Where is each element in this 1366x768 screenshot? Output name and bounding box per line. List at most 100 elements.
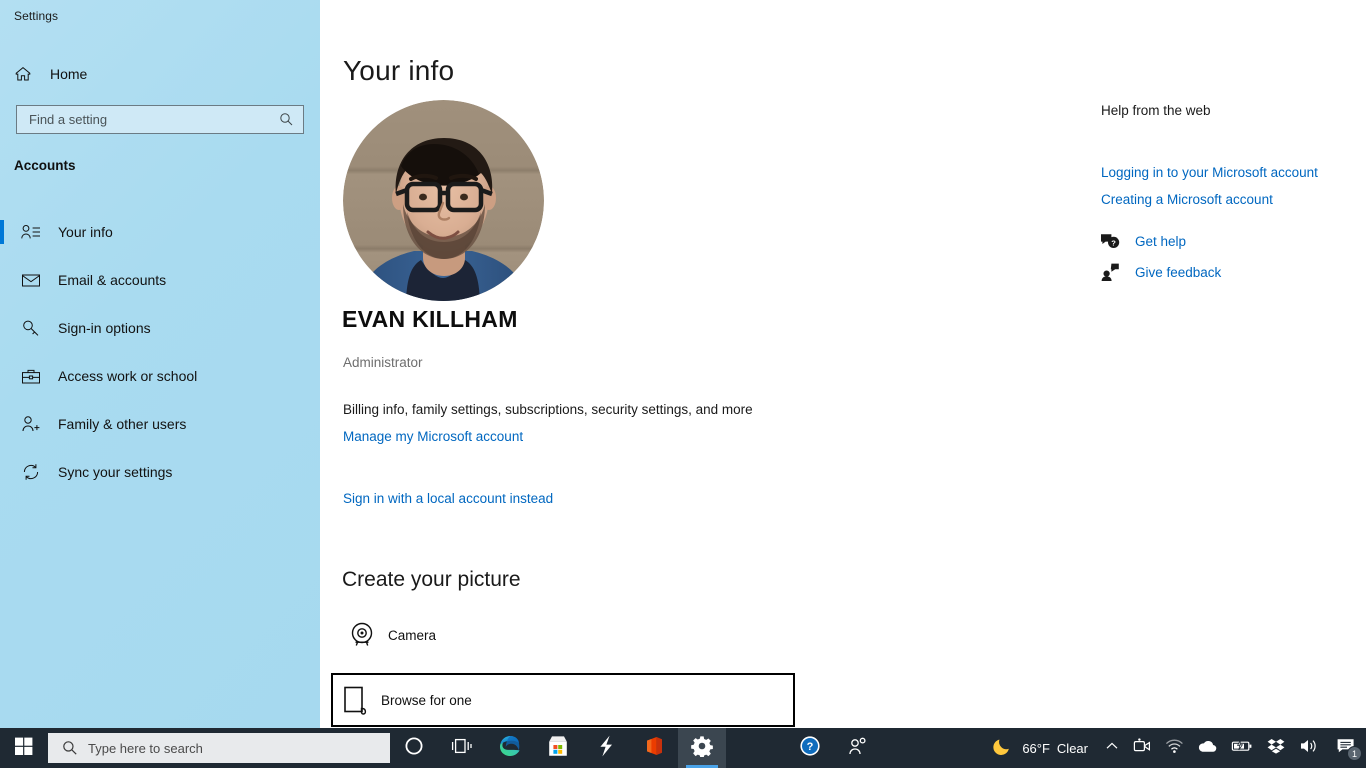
taskbar-weather-widget[interactable]: 66°F Clear: [986, 728, 1098, 768]
file-icon: [333, 684, 377, 716]
tray-volume-button[interactable]: [1292, 728, 1326, 768]
volume-icon: [1299, 738, 1319, 759]
help-circle-icon: ?: [799, 735, 821, 762]
notification-badge: 1: [1347, 746, 1362, 761]
svg-text:?: ?: [1111, 238, 1116, 247]
cortana-icon: [404, 736, 424, 761]
selection-indicator: [0, 220, 4, 244]
taskbar: ? 66°F Clear: [0, 728, 1366, 768]
wifi-icon: [1165, 738, 1183, 759]
sidebar-item-access-work-school[interactable]: Access work or school: [0, 352, 320, 400]
create-picture-option-label: Camera: [388, 627, 437, 643]
sidebar-item-label: Sync your settings: [58, 464, 173, 480]
avatar[interactable]: [343, 100, 544, 301]
battery-icon: [1231, 739, 1253, 758]
sidebar-item-sign-in-options[interactable]: Sign-in options: [0, 304, 320, 352]
taskbar-app-microsoft-store[interactable]: [534, 728, 582, 768]
create-picture-option-browse[interactable]: Browse for one: [331, 673, 795, 727]
user-role: Administrator: [343, 355, 423, 370]
screen: Settings Home Accounts: [0, 0, 1366, 768]
tray-onedrive-button[interactable]: [1190, 728, 1224, 768]
show-hidden-icons-chevron-icon: [1105, 739, 1119, 758]
people-icon: [848, 737, 868, 760]
help-link-creating-account[interactable]: Creating a Microsoft account: [1101, 192, 1273, 207]
create-picture-option-label: Browse for one: [381, 692, 472, 708]
microsoft-store-icon: [547, 735, 569, 762]
show-hidden-icons-button[interactable]: [1098, 728, 1126, 768]
taskbar-app-office[interactable]: [630, 728, 678, 768]
lightning-app-icon: [596, 734, 616, 763]
tray-wifi-button[interactable]: [1158, 728, 1190, 768]
home-icon: [14, 65, 38, 83]
onedrive-cloud-icon: [1197, 739, 1217, 758]
search-input[interactable]: [17, 112, 279, 127]
taskbar-search-input[interactable]: [88, 740, 390, 756]
taskbar-app-cortana[interactable]: [390, 728, 438, 768]
webcam-icon: [1133, 737, 1151, 759]
key-icon: [20, 317, 42, 339]
window-title: Settings: [14, 9, 59, 23]
system-tray: 66°F Clear 1: [986, 728, 1366, 768]
sidebar-item-label: Access work or school: [58, 368, 198, 384]
give-feedback-label: Give feedback: [1135, 264, 1222, 280]
help-rail: Help from the web Logging in to your Mic…: [1080, 0, 1366, 728]
help-link-logging-in[interactable]: Logging in to your Microsoft account: [1101, 165, 1318, 180]
weather-condition: Clear: [1056, 740, 1088, 756]
give-feedback-action[interactable]: Give feedback: [1100, 262, 1221, 282]
search-icon: [48, 740, 88, 756]
sidebar-item-label: Family & other users: [58, 416, 187, 432]
person-info-icon: [20, 221, 42, 243]
taskbar-app-edge[interactable]: [486, 728, 534, 768]
taskbar-people-button[interactable]: [834, 728, 882, 768]
start-button[interactable]: [0, 728, 48, 768]
taskbar-search-box[interactable]: [48, 733, 390, 763]
get-help-action[interactable]: ? Get help: [1100, 231, 1186, 251]
moon-icon: [992, 735, 1014, 762]
tray-battery-button[interactable]: [1224, 728, 1260, 768]
taskbar-task-view[interactable]: [438, 728, 486, 768]
manage-microsoft-account-link[interactable]: Manage my Microsoft account: [343, 429, 523, 444]
sign-in-local-account-link[interactable]: Sign in with a local account instead: [343, 491, 553, 506]
sidebar-item-email-accounts[interactable]: Email & accounts: [0, 256, 320, 304]
tray-dropbox-button[interactable]: [1260, 728, 1292, 768]
sidebar-item-label: Your info: [58, 224, 113, 240]
get-help-label: Get help: [1135, 233, 1187, 249]
settings-search-box[interactable]: [16, 105, 304, 134]
taskbar-app-settings[interactable]: [678, 728, 726, 768]
taskbar-app-lightning[interactable]: [582, 728, 630, 768]
sidebar-item-home[interactable]: Home: [0, 58, 320, 90]
page-title: Your info: [343, 55, 455, 86]
create-picture-option-camera[interactable]: Camera: [340, 608, 804, 662]
camera-icon: [340, 620, 384, 650]
help-rail-title: Help from the web: [1101, 103, 1211, 118]
taskbar-help-button[interactable]: ?: [786, 728, 834, 768]
svg-text:?: ?: [807, 741, 814, 753]
microsoft-edge-icon: [498, 734, 522, 763]
sidebar-item-label: Sign-in options: [58, 320, 151, 336]
user-profile-photo: [343, 100, 544, 301]
settings-sidebar: Settings Home Accounts: [0, 0, 320, 728]
create-picture-title: Create your picture: [342, 568, 521, 591]
settings-window: Settings Home Accounts: [0, 0, 1366, 728]
sync-icon: [20, 461, 42, 483]
person-add-icon: [20, 413, 42, 435]
sidebar-section-title: Accounts: [14, 158, 76, 173]
sidebar-item-sync-your-settings[interactable]: Sync your settings: [0, 448, 320, 496]
sidebar-item-family-other-users[interactable]: Family & other users: [0, 400, 320, 448]
weather-temperature: 66°F: [1022, 740, 1050, 756]
sidebar-item-label: Email & accounts: [58, 272, 167, 288]
notification-center-button[interactable]: 1: [1326, 728, 1366, 768]
sidebar-item-home-label: Home: [50, 66, 88, 82]
briefcase-icon: [20, 365, 42, 387]
sidebar-nav: Your info Email & accounts Sign-in optio…: [0, 208, 320, 496]
billing-description: Billing info, family settings, subscript…: [343, 402, 753, 417]
windows-start-icon: [15, 737, 33, 760]
tray-webcam-button[interactable]: [1126, 728, 1158, 768]
sidebar-item-your-info[interactable]: Your info: [0, 208, 320, 256]
feedback-icon: [1100, 262, 1124, 282]
search-icon: [279, 112, 303, 127]
microsoft-office-icon: [643, 735, 665, 762]
envelope-icon: [20, 269, 42, 291]
settings-icon: [691, 735, 713, 762]
main-content: Your info EVAN KILLHAM Administrator Bil…: [320, 0, 1080, 728]
